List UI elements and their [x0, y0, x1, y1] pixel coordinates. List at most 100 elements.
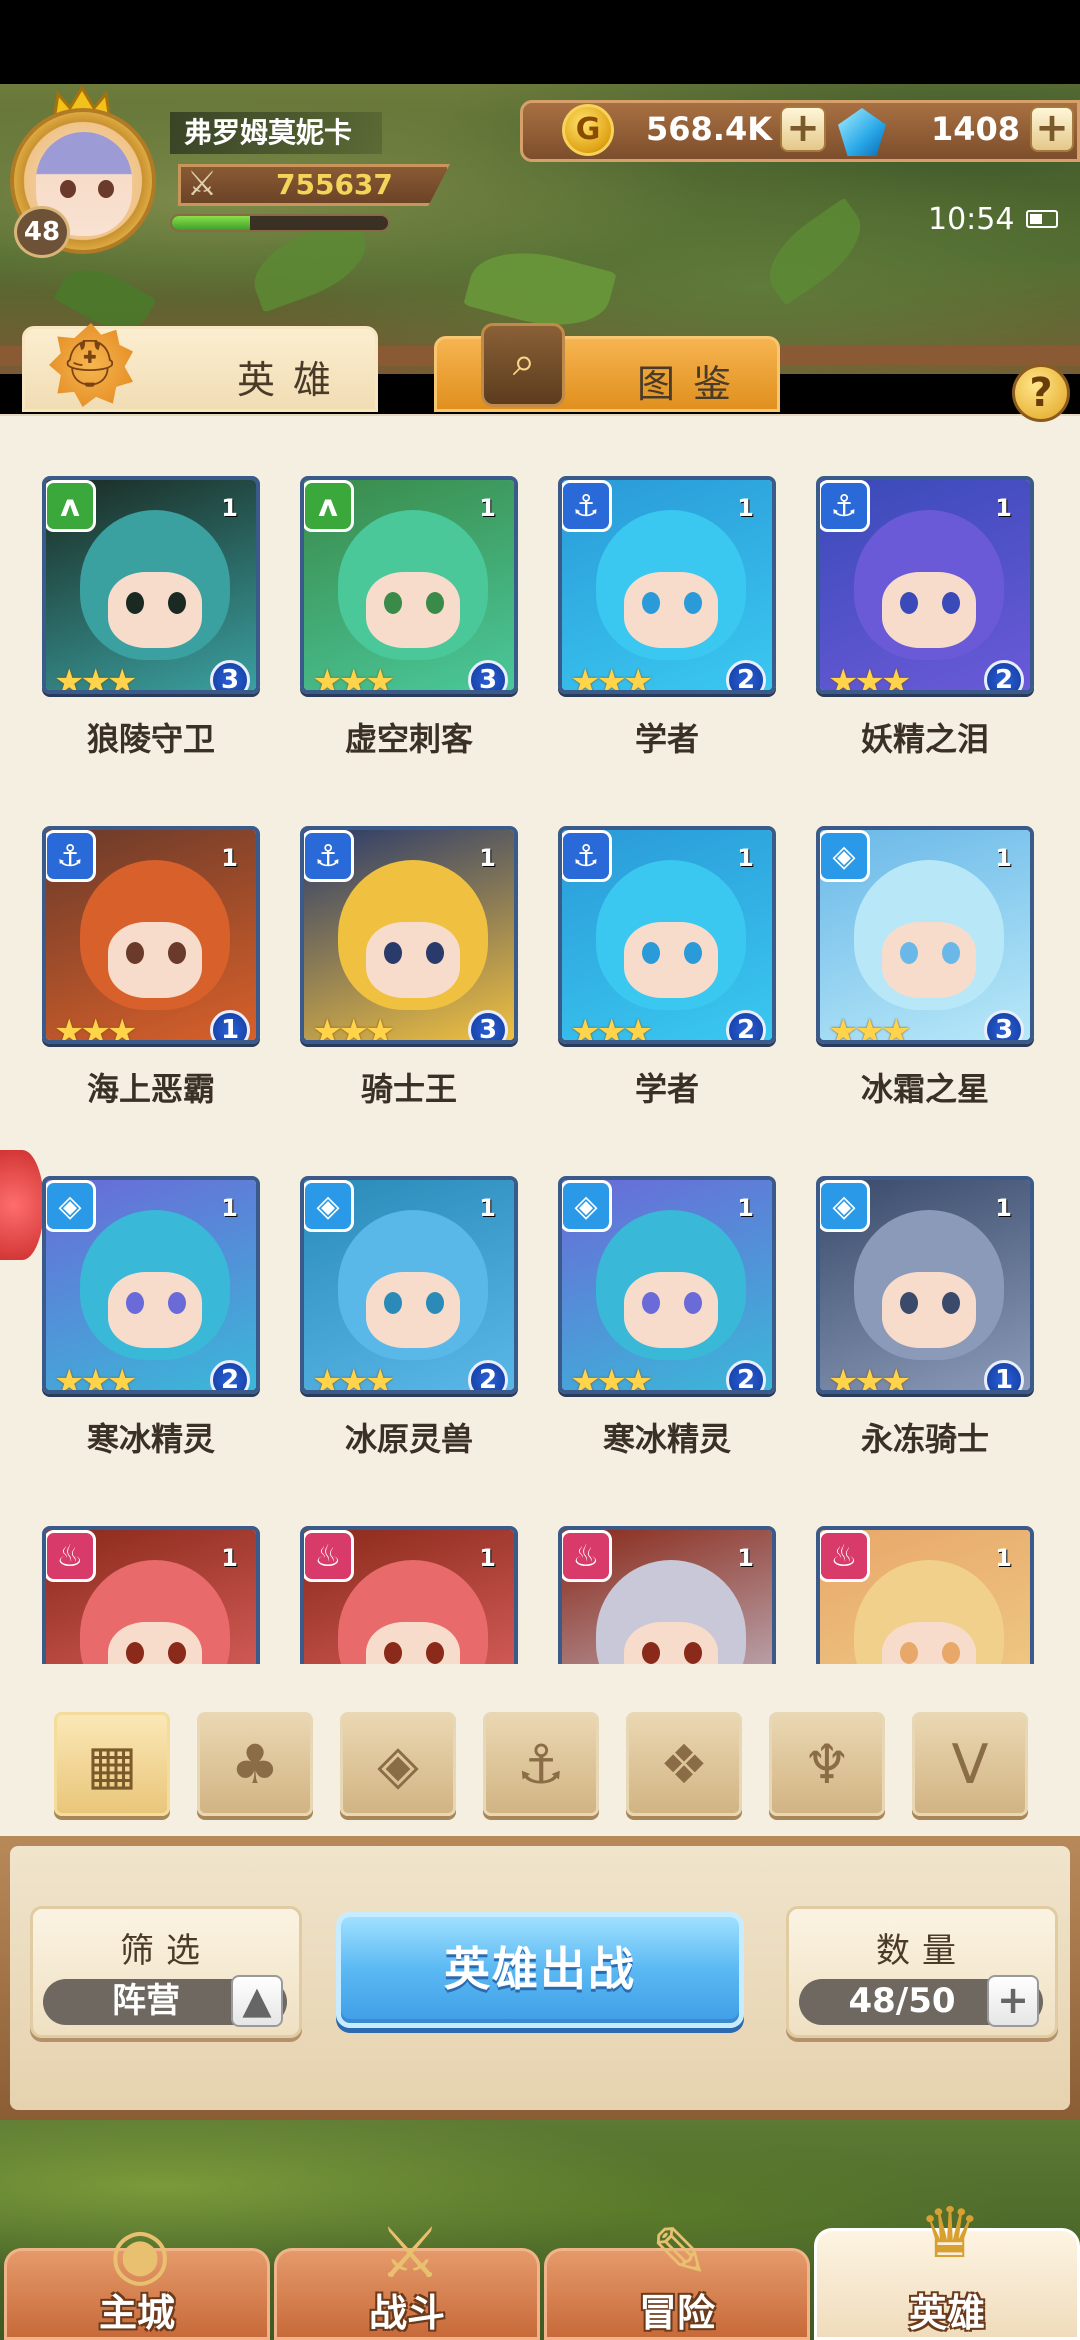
deploy-heroes-button[interactable]: 英雄出战 [336, 1912, 744, 2028]
hero-portrait: ⚓ 1 ★★★ 3 [300, 826, 518, 1044]
filter-value: 阵营 [112, 1981, 180, 2021]
hero-rank-badge: 3 [468, 1010, 508, 1040]
ice-filter-button[interactable]: ◈ [340, 1712, 456, 1816]
hero-name: 冰原灵兽 [344, 1420, 473, 1458]
hero-rank-badge: 2 [726, 660, 766, 690]
status-bar [0, 0, 1080, 84]
tab-codex[interactable]: ⌕ 图鉴 [434, 323, 780, 412]
hero-card[interactable]: ⚓ 1 ★★★ 2 学者 [558, 466, 776, 758]
dark-filter-button[interactable]: ♆ [769, 1712, 885, 1816]
filter-title: 筛选 [120, 1931, 212, 1971]
hero-rank-badge: 2 [210, 1360, 250, 1390]
anchor-filter-button[interactable]: ⚓ [483, 1712, 599, 1816]
light-filter-button[interactable]: V [912, 1712, 1028, 1816]
hero-level: 1 [995, 1544, 1012, 1572]
fire-faction-icon: ♨ [820, 1530, 870, 1582]
hero-card[interactable]: ⚓ 1 ★★★ 1 海上恶霸 [42, 816, 260, 1108]
hero-card[interactable]: ◈ 1 ★★★ 3 冰霜之星 [816, 816, 1034, 1108]
beast-faction-icon: ʌ [46, 480, 96, 532]
star-rating: ★★★ [312, 1362, 395, 1394]
ice-faction-icon: ◈ [46, 1180, 96, 1232]
hero-name: 妖精之泪 [860, 720, 989, 758]
anchor-icon: ⚓ [516, 1732, 566, 1796]
hero-rank-badge: 2 [726, 1010, 766, 1040]
fire-faction-icon: ♨ [562, 1530, 612, 1582]
star-rating: ★★★ [570, 662, 653, 694]
hero-card[interactable]: ◈ 1 ★★★ 2 寒冰精灵 [42, 1166, 260, 1458]
nav-tab-label: 主城 [98, 2291, 175, 2335]
add-gems-button[interactable]: + [1030, 106, 1074, 152]
gold-coin-icon: G [562, 104, 614, 156]
star-rating: ★★★ [828, 662, 911, 694]
hero-card[interactable]: ʌ 1 ★★★ 3 虚空刺客 [300, 466, 518, 758]
xp-bar-fill [172, 216, 250, 230]
hero-rank-badge: 2 [726, 1360, 766, 1390]
hero-name: 海上恶霸 [86, 1070, 215, 1108]
hero-card[interactable]: ◈ 1 ★★★ 2 寒冰精灵 [558, 1166, 776, 1458]
hero-card[interactable]: ♨ 1 [816, 1516, 1034, 1664]
hero-level: 1 [221, 1544, 238, 1572]
ice-faction-icon: ◈ [304, 1180, 354, 1232]
hero-portrait: ♨ 1 [300, 1526, 518, 1664]
ice-crystal-icon: ◈ [377, 1732, 419, 1796]
fire-faction-icon: ♨ [304, 1530, 354, 1582]
combat-power-value: 755637 [276, 168, 393, 201]
hero-count-value: 48/50 [848, 1981, 956, 2021]
wings-icon: V [951, 1732, 989, 1796]
anchor-faction-icon: ⚓ [820, 480, 870, 532]
beast-filter-button[interactable]: ❖ [626, 1712, 742, 1816]
hero-card[interactable]: ʌ 1 ★★★ 3 狼陵守卫 [42, 466, 260, 758]
hero-name: 骑士王 [360, 1070, 457, 1108]
all-filter-button[interactable]: ▦ [54, 1712, 170, 1816]
hero-card[interactable]: ⚓ 1 ★★★ 2 妖精之泪 [816, 466, 1034, 758]
faction-filter-select[interactable]: 阵营 ▲ [43, 1975, 287, 2027]
hero-portrait: ⚓ 1 ★★★ 1 [42, 826, 260, 1044]
hero-portrait: ⚓ 1 ★★★ 2 [816, 476, 1034, 694]
filter-box: 筛选 阵营 ▲ [30, 1906, 302, 2038]
clock: 10:54 [928, 202, 1015, 237]
nav-tab-2[interactable]: ✎ 冒险 [544, 2212, 810, 2340]
nav-tab-3[interactable]: ♛ 英雄 [814, 2192, 1080, 2340]
count-title: 数量 [876, 1931, 968, 1971]
hero-card[interactable]: ⚓ 1 ★★★ 3 骑士王 [300, 816, 518, 1108]
hero-level: 1 [995, 1194, 1012, 1222]
nav-tab-label: 战斗 [368, 2291, 445, 2335]
hero-card[interactable]: ◈ 1 ★★★ 2 冰原灵兽 [300, 1166, 518, 1458]
chevron-up-icon[interactable]: ▲ [231, 1975, 283, 2027]
nav-tab-label: 冒险 [638, 2291, 715, 2335]
hero-card[interactable]: ⚓ 1 ★★★ 2 学者 [558, 816, 776, 1108]
add-gold-button[interactable]: + [780, 106, 826, 152]
hero-grid: ʌ 1 ★★★ 3 狼陵守卫 ʌ 1 ★★★ 3 虚空刺客 ⚓ 1 ★★★ 2 学者 ⚓ 1 ★★★ 2 妖精之泪 ⚓ 1… [0, 414, 1080, 1664]
expand-capacity-button[interactable]: + [987, 1975, 1039, 2027]
hero-name: 冰霜之星 [860, 1070, 989, 1108]
hero-rank-badge: 2 [984, 660, 1024, 690]
player-name: 弗罗姆莫妮卡 [170, 112, 383, 154]
tab-heroes[interactable]: ⛑ 英雄 [22, 323, 378, 412]
hero-card[interactable]: ♨ 1 [300, 1516, 518, 1664]
star-rating: ★★★ [570, 1362, 653, 1394]
hero-name: 寒冰精灵 [86, 1420, 215, 1458]
xp-bar [170, 214, 390, 232]
hero-level: 1 [995, 844, 1012, 872]
ice-faction-icon: ◈ [562, 1180, 612, 1232]
nav-tab-0[interactable]: ◉ 主城 [4, 2212, 270, 2340]
hero-card[interactable]: ◈ 1 ★★★ 1 永冻骑士 [816, 1166, 1034, 1458]
hero-card[interactable]: ♨ 1 [558, 1516, 776, 1664]
star-rating: ★★★ [54, 1012, 137, 1044]
sprout-icon: ♣ [230, 1732, 280, 1796]
gold-amount: 568.4K [645, 110, 772, 148]
hero-card[interactable]: ♨ 1 [42, 1516, 260, 1664]
anchor-faction-icon: ⚓ [562, 480, 612, 532]
hero-rank-badge: 1 [984, 1360, 1024, 1390]
nature-filter-button[interactable]: ♣ [197, 1712, 313, 1816]
star-rating: ★★★ [312, 1012, 395, 1044]
nav-tab-1[interactable]: ⚔ 战斗 [274, 2212, 540, 2340]
hero-level: 1 [479, 494, 496, 522]
hero-portrait: ⚓ 1 ★★★ 2 [558, 826, 776, 1044]
hero-rank-badge: 2 [468, 1360, 508, 1390]
hero-portrait: ◈ 1 ★★★ 2 [42, 1176, 260, 1394]
gem-amount: 1408 [930, 110, 1020, 148]
hero-portrait: ◈ 1 ★★★ 2 [558, 1176, 776, 1394]
hero-name: 寒冰精灵 [602, 1420, 731, 1458]
nav-tab-label: 英雄 [908, 2291, 985, 2335]
